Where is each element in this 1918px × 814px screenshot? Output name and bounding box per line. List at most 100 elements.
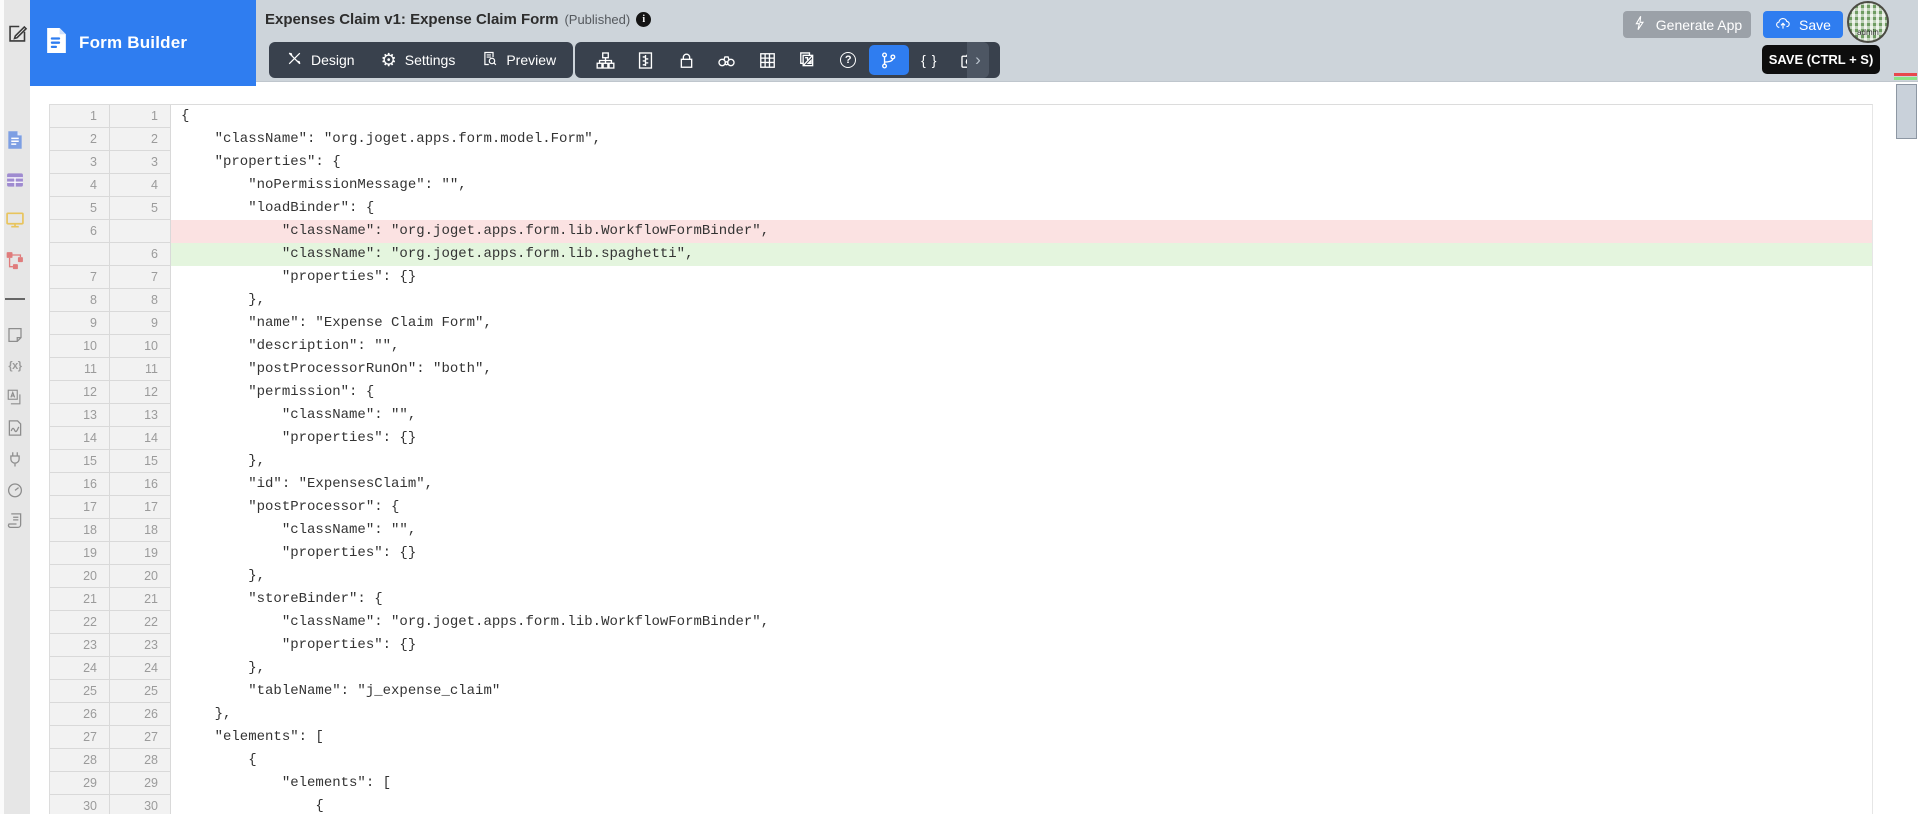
datalist-builder-icon[interactable]: [4, 170, 26, 190]
code-line[interactable]: {: [171, 105, 1872, 128]
diff-row: 14 14 "properties": {}: [50, 427, 1872, 450]
line-number-old: 20: [50, 565, 110, 588]
diff-row: 30 30 {: [50, 795, 1872, 814]
localization-icon[interactable]: [4, 388, 26, 406]
process-builder-icon[interactable]: [4, 250, 26, 270]
lightning-icon: [1632, 15, 1648, 34]
code-line[interactable]: {: [171, 749, 1872, 772]
json-braces-icon[interactable]: { }: [909, 45, 950, 75]
diff-row: 1 1{: [50, 105, 1872, 128]
code-line[interactable]: "className": "org.joget.apps.form.lib.sp…: [171, 243, 1872, 266]
line-number-old: 10: [50, 335, 110, 358]
brand-label: Form Builder: [79, 33, 188, 52]
performance-icon[interactable]: [4, 481, 26, 499]
code-line[interactable]: "className": "org.joget.apps.form.lib.Wo…: [171, 220, 1872, 243]
line-number-old: 18: [50, 519, 110, 542]
tab-label: Design: [311, 52, 355, 68]
userview-builder-icon[interactable]: [4, 210, 26, 230]
code-line[interactable]: "properties": {}: [171, 634, 1872, 657]
more-tools-chevron-icon[interactable]: ›: [967, 42, 989, 78]
save-button[interactable]: Save: [1763, 11, 1843, 38]
diff-row: 22 22 "className": "org.joget.apps.form.l…: [50, 611, 1872, 634]
line-number-old: 3: [50, 151, 110, 174]
code-line[interactable]: "className": "",: [171, 519, 1872, 542]
line-number-old: 26: [50, 703, 110, 726]
diff-row: 6 "className": "org.joget.apps.form.lib.…: [50, 243, 1872, 266]
line-number-new: 30: [110, 795, 171, 814]
permission-lock-icon[interactable]: [666, 45, 707, 75]
log-icon[interactable]: [4, 512, 26, 530]
json-diff-editor[interactable]: 1 1{2 2 "className": "org.joget.apps.form.…: [49, 104, 1873, 814]
code-line[interactable]: "storeBinder": {: [171, 588, 1872, 611]
notes-icon[interactable]: [4, 326, 26, 344]
diff-row: 55 "loadBinder": {: [50, 197, 1872, 220]
line-number-old: 15: [50, 450, 110, 473]
code-line[interactable]: "name": "Expense Claim Form",: [171, 312, 1872, 335]
sitemap-icon[interactable]: [585, 45, 626, 75]
line-number-new: 14: [110, 427, 171, 450]
edit-pencil-icon[interactable]: [4, 20, 30, 46]
find-icon[interactable]: [707, 45, 748, 75]
code-line[interactable]: "permission": {: [171, 381, 1872, 404]
code-line[interactable]: "description": "",: [171, 335, 1872, 358]
variables-icon[interactable]: {x}: [4, 357, 26, 375]
line-number-old: 30: [50, 795, 110, 814]
form-builder-brand[interactable]: Form Builder: [30, 0, 256, 86]
code-line[interactable]: "tableName": "j_expense_claim": [171, 680, 1872, 703]
code-line[interactable]: "properties": {}: [171, 427, 1872, 450]
code-line[interactable]: "properties": {}: [171, 266, 1872, 289]
line-number-new: 7: [110, 266, 171, 289]
compare-files-icon[interactable]: [788, 45, 829, 75]
diff-branch-icon[interactable]: [868, 45, 909, 75]
line-number-new: 3: [110, 151, 171, 174]
info-icon[interactable]: i: [636, 11, 652, 27]
line-number-new: 1: [110, 105, 171, 128]
code-line[interactable]: "postProcessor": {: [171, 496, 1872, 519]
code-line[interactable]: "className": "org.joget.apps.form.model.…: [171, 128, 1872, 151]
scrollbar-thumb[interactable]: [1896, 84, 1917, 139]
code-line[interactable]: "id": "ExpensesClaim",: [171, 473, 1872, 496]
user-avatar[interactable]: admin: [1847, 1, 1889, 43]
avatar-label: admin: [1857, 28, 1879, 37]
tab-settings[interactable]: ⚙ Settings: [368, 42, 469, 78]
code-line[interactable]: },: [171, 657, 1872, 680]
diff-row: 24 24 },: [50, 657, 1872, 680]
code-line[interactable]: "elements": [: [171, 772, 1872, 795]
plugin-icon[interactable]: [4, 450, 26, 468]
code-line[interactable]: "properties": {: [171, 151, 1872, 174]
form-builder-icon[interactable]: [4, 130, 26, 150]
diff-row: 6 "className": "org.joget.apps.form.lib.…: [50, 220, 1872, 243]
code-line[interactable]: {: [171, 795, 1872, 814]
form-element-icon[interactable]: [626, 45, 667, 75]
line-number-old: 14: [50, 427, 110, 450]
line-number-new: 21: [110, 588, 171, 611]
line-number-old: 21: [50, 588, 110, 611]
report-icon[interactable]: [4, 419, 26, 437]
code-line[interactable]: },: [171, 565, 1872, 588]
line-number-new: 27: [110, 726, 171, 749]
grid-icon[interactable]: [747, 45, 788, 75]
code-line[interactable]: "className": "",: [171, 404, 1872, 427]
code-line[interactable]: "properties": {}: [171, 542, 1872, 565]
line-number-old: 19: [50, 542, 110, 565]
diff-row: 25 25 "tableName": "j_expense_claim": [50, 680, 1872, 703]
code-line[interactable]: },: [171, 289, 1872, 312]
code-line[interactable]: "className": "org.joget.apps.form.lib.Wo…: [171, 611, 1872, 634]
code-line[interactable]: },: [171, 703, 1872, 726]
code-line[interactable]: "loadBinder": {: [171, 197, 1872, 220]
code-line[interactable]: "postProcessorRunOn": "both",: [171, 358, 1872, 381]
generate-app-button[interactable]: Generate App: [1623, 11, 1751, 38]
code-line[interactable]: "elements": [: [171, 726, 1872, 749]
line-number-old: 8: [50, 289, 110, 312]
code-line[interactable]: "noPermissionMessage": "",: [171, 174, 1872, 197]
tab-design[interactable]: Design: [273, 42, 368, 78]
help-icon[interactable]: ?: [828, 45, 869, 75]
diff-row: 15 15 },: [50, 450, 1872, 473]
diff-row: 16 16 "id": "ExpensesClaim",: [50, 473, 1872, 496]
tab-preview[interactable]: Preview: [468, 42, 569, 78]
line-number-new: 5: [110, 197, 171, 220]
line-number-old: 1: [50, 105, 110, 128]
tab-label: Preview: [506, 52, 557, 68]
code-line[interactable]: },: [171, 450, 1872, 473]
diff-row: 88 },: [50, 289, 1872, 312]
